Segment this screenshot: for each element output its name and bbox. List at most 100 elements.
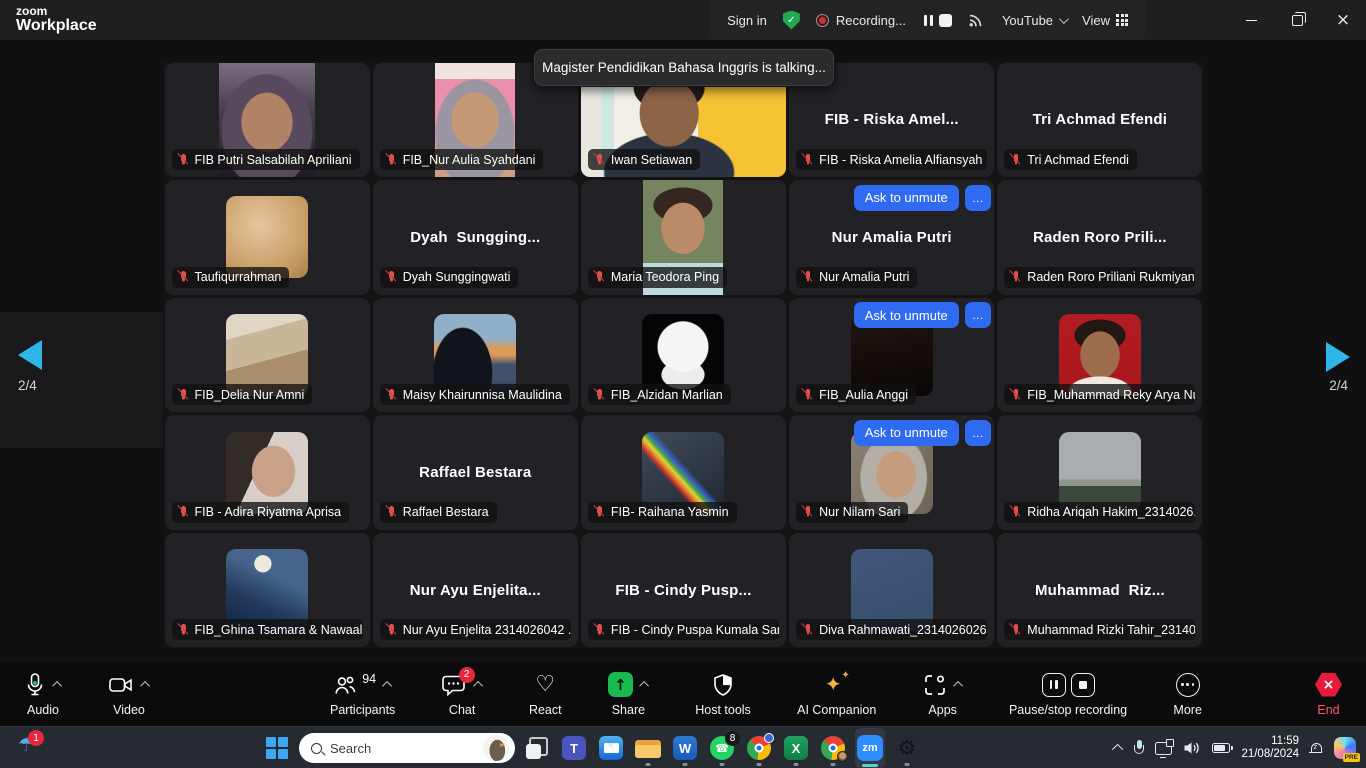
copilot-icon[interactable]: PRE [1334, 737, 1356, 759]
participant-cell: FIB - Cindy Pusp... FIB - Cindy Puspa Ku… [579, 531, 787, 649]
share-options-chevron[interactable] [639, 681, 649, 691]
apps-options-chevron[interactable] [953, 681, 963, 691]
host-tools-label: Host tools [695, 703, 751, 717]
settings-button[interactable]: ⚙ [892, 728, 922, 768]
windows-start-icon [264, 735, 290, 761]
whatsapp-button[interactable]: ☎ 8 [707, 728, 737, 768]
excel-app-button[interactable]: X [781, 728, 811, 768]
video-button[interactable]: Video [108, 671, 150, 717]
name-pill: FIB_Ghina Tsamara & Nawaal ... [172, 619, 363, 640]
previous-page-arrow[interactable] [18, 340, 42, 370]
apps-button[interactable]: Apps [923, 671, 963, 717]
tile-muhammad-reky[interactable]: FIB_Muhammad Reky Arya Nu... [997, 298, 1202, 413]
file-explorer-button[interactable] [633, 728, 663, 768]
ask-to-unmute-button[interactable]: Ask to unmute [854, 302, 959, 328]
teams-app-button[interactable]: T [559, 728, 589, 768]
chrome-profile-button[interactable] [818, 728, 848, 768]
restore-button[interactable] [1274, 0, 1320, 40]
tile-muhammad-rizki[interactable]: Muhammad Riz... Muhammad Rizki Tahir_231… [997, 533, 1202, 648]
ai-companion-button[interactable]: ✦ ✦ AI Companion [797, 671, 876, 717]
security-shield-icon[interactable]: ✓ [783, 11, 800, 30]
react-button[interactable]: ♡ React [529, 671, 562, 717]
audio-options-chevron[interactable] [52, 681, 62, 691]
tile-raden-roro[interactable]: Raden Roro Prili... Raden Roro Priliani … [997, 180, 1202, 295]
tile-nur-ayu[interactable]: Nur Ayu Enjelita... Nur Ayu Enjelita 231… [373, 533, 578, 648]
tray-speaker-icon[interactable] [1183, 741, 1201, 755]
tile-dyah-sunggingwati[interactable]: Dyah Sungging... Dyah Sunggingwati [373, 180, 578, 295]
participants-button[interactable]: 94 Participants [330, 671, 395, 717]
tile-ridha-ariqah[interactable]: Ridha Ariqah Hakim_2314026... [997, 415, 1202, 530]
pause-recording-toolbar-icon[interactable] [1042, 673, 1066, 697]
name-pill: Nur Ayu Enjelita 2314026042 ... [380, 619, 571, 640]
shield-check-glyph: ✓ [787, 15, 795, 26]
pause-recording-icon[interactable] [922, 13, 935, 28]
tile-cindy-puspa[interactable]: FIB - Cindy Pusp... FIB - Cindy Puspa Ku… [581, 533, 786, 648]
ask-to-unmute-button[interactable]: Ask to unmute [854, 420, 959, 446]
react-label: React [529, 703, 562, 717]
mic-muted-icon [177, 153, 190, 167]
end-meeting-button[interactable]: × End [1315, 671, 1342, 717]
tile-taufiqurrahman[interactable]: Taufiqurrahman [165, 180, 370, 295]
tile-maisy-khairunnisa[interactable]: Maisy Khairunnisa Maulidina [373, 298, 578, 413]
participant-name: FIB_Muhammad Reky Arya Nu... [1027, 388, 1195, 402]
participant-name: FIB - Cindy Puspa Kumala Sari... [611, 623, 779, 637]
clock[interactable]: 11:59 21/08/2024 [1241, 735, 1299, 762]
participant-cell: FIB Putri Salsabilah Apriliani [163, 61, 371, 179]
ai-companion-sparkle-icon: ✦ ✦ [824, 672, 850, 698]
ask-to-unmute-button[interactable]: Ask to unmute [854, 185, 959, 211]
name-pill: FIB - Adira Riyatma Aprisa [172, 502, 350, 523]
next-page-arrow[interactable] [1326, 342, 1350, 372]
tray-battery-icon[interactable] [1212, 743, 1230, 753]
more-button[interactable]: More [1173, 671, 1201, 717]
search-bird-icon [483, 735, 509, 761]
participant-more-button[interactable]: … [965, 302, 991, 328]
stop-recording-icon[interactable] [939, 14, 952, 27]
share-button[interactable]: ↑ Share [608, 671, 649, 717]
weather-umbrella-icon[interactable]: ☂ 1 [18, 734, 35, 756]
tray-network-icon[interactable] [1155, 742, 1172, 755]
zoom-app-icon: zm [857, 735, 883, 761]
participant-more-button[interactable]: … [965, 420, 991, 446]
tile-adira-riyatma[interactable]: FIB - Adira Riyatma Aprisa [165, 415, 370, 530]
host-tools-button[interactable]: Host tools [695, 671, 751, 717]
participants-count: 94 [362, 672, 376, 686]
tile-raffael-bestara[interactable]: Raffael Bestara Raffael Bestara [373, 415, 578, 530]
mic-muted-icon [385, 270, 398, 284]
tile-tri-achmad[interactable]: Tri Achmad Efendi Tri Achmad Efendi [997, 63, 1202, 178]
minimize-button[interactable] [1228, 0, 1274, 40]
word-app-button[interactable]: W [670, 728, 700, 768]
tile-putri-salsabilah[interactable]: FIB Putri Salsabilah Apriliani [165, 63, 370, 178]
name-pill: Raffael Bestara [380, 502, 497, 523]
tray-microphone-icon[interactable] [1134, 740, 1144, 756]
zoom-app-button[interactable]: zm [855, 728, 885, 768]
stop-recording-toolbar-icon[interactable] [1071, 673, 1095, 697]
participant-cell: Muhammad Riz... Muhammad Rizki Tahir_231… [996, 531, 1204, 649]
mail-app-button[interactable] [596, 728, 626, 768]
more-icon [1176, 673, 1200, 697]
taskbar-search-input[interactable]: Search [299, 733, 515, 763]
chat-button[interactable]: 2 Chat [442, 671, 483, 717]
tile-delia-nur-amni[interactable]: FIB_Delia Nur Amni [165, 298, 370, 413]
audio-button[interactable]: Audio [24, 671, 62, 717]
tile-maria-teodora[interactable]: Maria Teodora Ping [581, 180, 786, 295]
close-button[interactable]: × [1320, 0, 1366, 40]
pause-stop-recording-button[interactable]: Pause/stop recording [1009, 671, 1127, 717]
notification-bell-icon[interactable]: z [1310, 741, 1323, 755]
task-view-button[interactable] [522, 728, 552, 768]
chrome-button[interactable] [744, 728, 774, 768]
view-menu[interactable]: View [1082, 13, 1128, 28]
chat-options-chevron[interactable] [473, 681, 483, 691]
participant-cell: FIB_Delia Nur Amni [163, 296, 371, 414]
video-options-chevron[interactable] [140, 681, 150, 691]
sign-in-link[interactable]: Sign in [727, 13, 767, 28]
youtube-label: YouTube [1002, 13, 1053, 28]
participant-more-button[interactable]: … [965, 185, 991, 211]
tray-chevron-up-icon[interactable] [1112, 744, 1123, 755]
participants-options-chevron[interactable] [382, 681, 392, 691]
tile-raihana-yasmin[interactable]: FIB- Raihana Yasmin [581, 415, 786, 530]
start-button[interactable] [262, 728, 292, 768]
tile-diva-rahmawati[interactable]: Diva Rahmawati_2314026026 [789, 533, 994, 648]
tile-alzidan-marlian[interactable]: FIB_Alzidan Marlian [581, 298, 786, 413]
youtube-stream-menu[interactable]: YouTube [1002, 13, 1066, 28]
tile-ghina-tsamara[interactable]: FIB_Ghina Tsamara & Nawaal ... [165, 533, 370, 648]
